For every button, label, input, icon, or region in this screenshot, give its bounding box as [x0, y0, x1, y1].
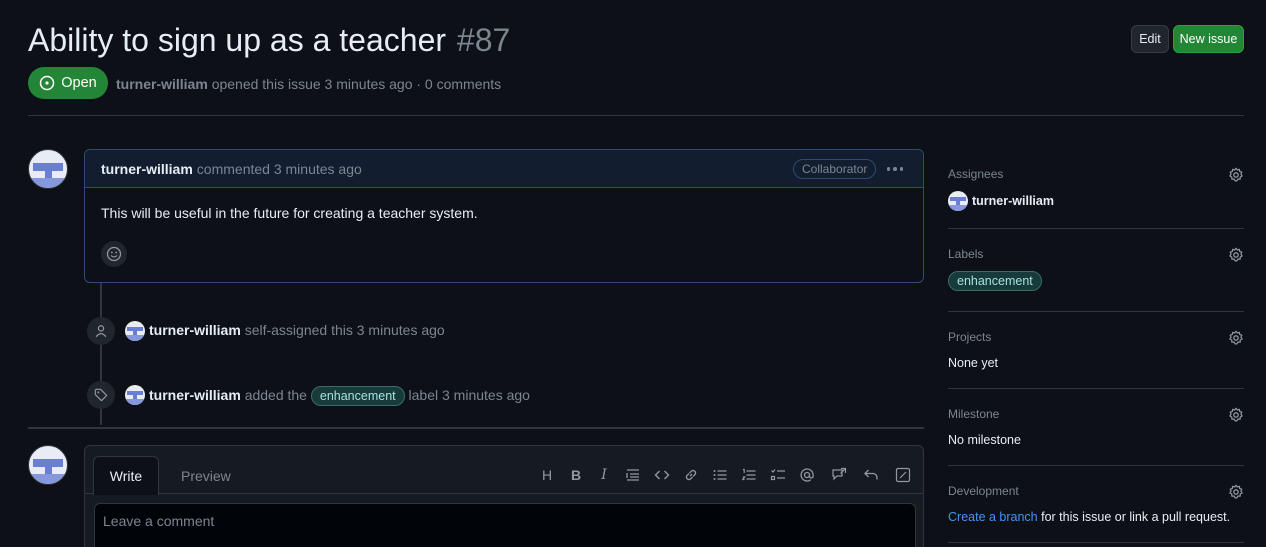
editor-tabs: Write Preview H B I [85, 446, 923, 495]
event-text: label 3 minutes ago [408, 387, 530, 403]
header-divider [28, 115, 1244, 116]
avatar[interactable] [948, 191, 968, 211]
status-badge-label: Open [61, 75, 97, 91]
projects-title: Projects [948, 330, 992, 344]
issue-title-text: Ability to sign up as a teacher [28, 22, 447, 58]
sidebar-divider [948, 388, 1244, 389]
timeline-event-labeled: turner-william added the enhancement lab… [149, 386, 530, 406]
projects-value: None yet [948, 356, 999, 370]
link-icon[interactable] [682, 466, 700, 484]
quote-icon[interactable] [624, 466, 642, 484]
comment-timestamp: commented 3 minutes ago [196, 160, 362, 177]
gear-icon[interactable] [1228, 330, 1244, 346]
event-actor-link[interactable]: turner-william [149, 322, 241, 338]
sidebar-divider [948, 228, 1244, 229]
issue-author-link[interactable]: turner-william [116, 76, 208, 92]
assignee-link[interactable]: turner-william [972, 194, 1054, 208]
tab-write[interactable]: Write [93, 456, 159, 495]
comment-author-link[interactable]: turner-william [101, 161, 193, 177]
avatar[interactable] [28, 149, 68, 189]
mention-icon[interactable] [798, 466, 816, 484]
comment-textarea[interactable]: Leave a comment [94, 503, 916, 547]
timeline-divider [28, 427, 924, 429]
development-title: Development [948, 484, 1019, 498]
avatar[interactable] [28, 445, 68, 485]
tab-preview[interactable]: Preview [181, 468, 231, 484]
sidebar-labels: Labels enhancement [948, 247, 1244, 291]
code-icon[interactable] [653, 466, 671, 484]
milestone-value: No milestone [948, 433, 1021, 447]
tag-icon [87, 381, 115, 409]
milestone-title: Milestone [948, 407, 1000, 421]
issue-title: Ability to sign up as a teacher #87 [28, 22, 510, 59]
add-reaction-button[interactable] [101, 241, 127, 267]
fullscreen-icon[interactable] [894, 466, 912, 484]
sidebar-divider [948, 542, 1244, 543]
avatar[interactable] [125, 385, 145, 405]
timeline-event-assigned: turner-william self-assigned this 3 minu… [149, 322, 445, 338]
comment-header: turner-william commented 3 minutes ago C… [85, 150, 923, 188]
issue-opened-icon [40, 75, 55, 91]
comment-editor: Write Preview H B I Leave a comment [84, 445, 924, 547]
status-badge: Open [28, 67, 108, 99]
sidebar-projects: Projects None yet [948, 330, 1244, 370]
issue-comment: turner-william commented 3 minutes ago C… [84, 149, 924, 283]
italic-icon[interactable]: I [595, 466, 613, 484]
collaborator-badge: Collaborator [793, 159, 877, 179]
bold-icon[interactable]: B [567, 466, 585, 484]
unordered-list-icon[interactable] [711, 466, 729, 484]
event-actor-link[interactable]: turner-william [149, 387, 241, 403]
smiley-icon [106, 246, 122, 262]
label-enhancement[interactable]: enhancement [310, 386, 405, 406]
edit-button[interactable]: Edit [1131, 25, 1169, 53]
ordered-list-icon[interactable] [740, 466, 758, 484]
development-hint: for this issue or link a pull request. [1041, 510, 1231, 524]
sidebar-divider [948, 311, 1244, 312]
issue-meta: turner-william opened this issue 3 minut… [116, 76, 501, 92]
label-enhancement[interactable]: enhancement [948, 271, 1042, 291]
gear-icon[interactable] [1228, 407, 1244, 423]
heading-icon[interactable]: H [538, 466, 556, 484]
new-issue-button[interactable]: New issue [1173, 25, 1244, 53]
comment-body: This will be useful in the future for cr… [101, 205, 478, 221]
issue-number: #87 [456, 22, 511, 58]
task-list-icon[interactable] [769, 466, 787, 484]
undo-icon[interactable] [862, 466, 880, 484]
person-icon [87, 317, 115, 345]
sidebar-development: Development Create a branch for this iss… [948, 484, 1244, 524]
sidebar-milestone: Milestone No milestone [948, 407, 1244, 447]
avatar[interactable] [125, 321, 145, 341]
sidebar-assignees: Assignees turner-william [948, 167, 1244, 211]
issue-meta-text: opened this issue 3 minutes ago · 0 comm… [211, 76, 502, 92]
gear-icon[interactable] [1228, 247, 1244, 263]
labels-title: Labels [948, 247, 984, 261]
sidebar-divider [948, 465, 1244, 466]
development-text: Create a branch for this issue or link a… [948, 510, 1244, 524]
gear-icon[interactable] [1228, 484, 1244, 500]
reference-icon[interactable] [830, 466, 848, 484]
create-branch-link[interactable]: Create a branch [948, 510, 1038, 524]
kebab-menu-icon[interactable] [881, 159, 909, 179]
assignees-title: Assignees [948, 167, 1004, 181]
event-text: self-assigned this 3 minutes ago [244, 322, 445, 338]
gear-icon[interactable] [1228, 167, 1244, 183]
event-text: added the [244, 387, 307, 403]
